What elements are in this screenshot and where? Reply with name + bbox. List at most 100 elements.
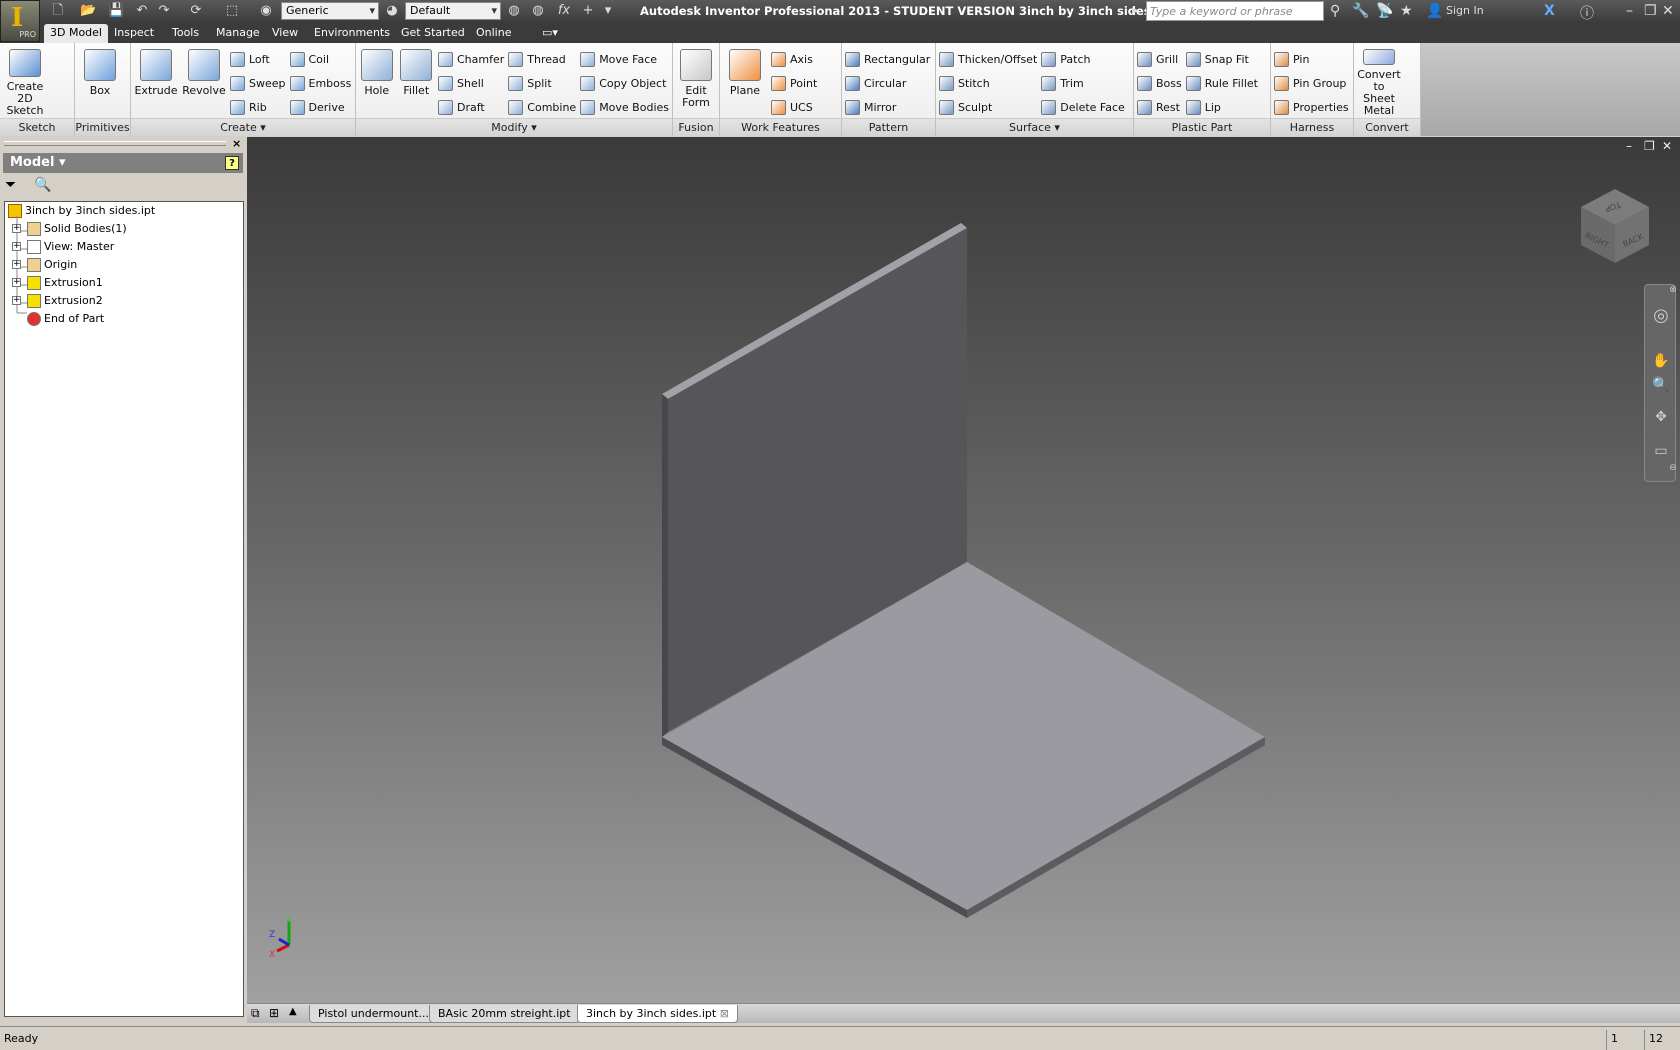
pin-button[interactable]: Pin bbox=[1274, 50, 1349, 68]
undo-icon[interactable]: ↶ bbox=[134, 3, 150, 19]
help-search-input[interactable]: Type a keyword or phrase bbox=[1146, 1, 1324, 21]
restore-icon[interactable]: ❐ bbox=[1644, 3, 1657, 19]
sweep-button[interactable]: Sweep bbox=[230, 74, 286, 92]
tile-windows-icon[interactable]: ⊞ bbox=[269, 1006, 279, 1020]
navbar-close-icon[interactable]: ⊗ bbox=[1663, 285, 1680, 305]
panel-label[interactable]: Modify ▾ bbox=[356, 118, 672, 136]
expand-toggle[interactable]: + bbox=[12, 260, 21, 269]
properties-button[interactable]: Properties bbox=[1274, 98, 1349, 116]
tab-view[interactable]: View bbox=[266, 24, 304, 43]
tree-node-extrusion1[interactable]: Extrusion1 bbox=[27, 274, 103, 292]
tree-node-extrusion2[interactable]: Extrusion2 bbox=[27, 292, 103, 310]
combine-button[interactable]: Combine bbox=[508, 98, 576, 116]
panel-label[interactable]: Sketch bbox=[0, 118, 74, 136]
tab-environments[interactable]: Environments bbox=[308, 24, 396, 43]
adjust-appearance-icon[interactable]: ◍ bbox=[506, 3, 522, 19]
open-documents-menu-icon[interactable]: ▲ bbox=[289, 1006, 297, 1017]
panel-label[interactable]: Harness bbox=[1271, 118, 1353, 136]
axis-button[interactable]: Axis bbox=[771, 50, 817, 68]
viewport-restore-icon[interactable]: ❐ bbox=[1644, 139, 1655, 153]
plane-button[interactable]: Plane bbox=[723, 46, 767, 117]
split-button[interactable]: Split bbox=[508, 74, 576, 92]
browser-help-icon[interactable]: ? bbox=[225, 156, 239, 170]
viewport-close-icon[interactable]: ✕ bbox=[1662, 139, 1672, 153]
coil-button[interactable]: Coil bbox=[289, 50, 352, 68]
graphics-window[interactable]: TOP RIGHT BACK – ❐ ✕ Y ZX bbox=[247, 137, 1680, 1003]
panel-label[interactable]: Fusion bbox=[673, 118, 719, 136]
orbit-icon[interactable]: ✥ bbox=[1651, 409, 1671, 429]
rectangular-button[interactable]: Rectangular bbox=[845, 50, 930, 68]
document-tab[interactable]: 3inch by 3inch sides.ipt ⊠ bbox=[577, 1005, 738, 1023]
parameters-fx-icon[interactable]: fx bbox=[556, 3, 572, 19]
expand-toggle[interactable]: + bbox=[12, 242, 21, 251]
shell-button[interactable]: Shell bbox=[438, 74, 504, 92]
expand-toggle[interactable]: + bbox=[12, 278, 21, 287]
revolve-button[interactable]: Revolve bbox=[182, 46, 226, 117]
edit-form-button[interactable]: Edit Form bbox=[676, 46, 716, 117]
delete-face-button[interactable]: Delete Face bbox=[1041, 98, 1125, 116]
browser-close-icon[interactable]: × bbox=[232, 137, 241, 150]
extrude-button[interactable]: Extrude bbox=[134, 46, 178, 117]
boss-button[interactable]: Boss bbox=[1137, 74, 1182, 92]
browser-title[interactable]: Model ▾ bbox=[10, 155, 66, 170]
create-2d-sketch-button[interactable]: Create 2D Sketch bbox=[3, 46, 47, 117]
rib-button[interactable]: Rib bbox=[230, 98, 286, 116]
panel-label[interactable]: Pattern bbox=[842, 118, 935, 136]
box-button[interactable]: Box bbox=[78, 46, 122, 117]
material-dropdown[interactable]: Generic bbox=[281, 2, 379, 20]
tab-online[interactable]: Online bbox=[470, 24, 517, 43]
close-icon[interactable]: ✕ bbox=[1662, 3, 1674, 19]
fillet-button[interactable]: Fillet bbox=[399, 46, 435, 117]
hole-button[interactable]: Hole bbox=[359, 46, 395, 117]
panel-label[interactable]: Create ▾ bbox=[131, 118, 355, 136]
pin-group-button[interactable]: Pin Group bbox=[1274, 74, 1349, 92]
ucs-button[interactable]: UCS bbox=[771, 98, 817, 116]
exchange-x-icon[interactable]: X bbox=[1544, 3, 1555, 19]
grill-button[interactable]: Grill bbox=[1137, 50, 1182, 68]
viewport-minimize-icon[interactable]: – bbox=[1626, 139, 1632, 153]
trim-button[interactable]: Trim bbox=[1041, 74, 1125, 92]
loft-button[interactable]: Loft bbox=[230, 50, 286, 68]
lip-button[interactable]: Lip bbox=[1185, 98, 1258, 116]
expand-arrow-icon[interactable]: ▶ bbox=[1132, 6, 1139, 16]
point-button[interactable]: Point bbox=[771, 74, 817, 92]
tab-tools[interactable]: Tools bbox=[166, 24, 205, 43]
update-icon[interactable]: ⟳ bbox=[188, 3, 204, 19]
panel-label[interactable]: Plastic Part bbox=[1134, 118, 1270, 136]
move-face-button[interactable]: Move Face bbox=[580, 50, 669, 68]
redo-icon[interactable]: ↷ bbox=[156, 3, 172, 19]
patch-button[interactable]: Patch bbox=[1041, 50, 1125, 68]
browser-header[interactable]: Model ▾? bbox=[3, 153, 243, 173]
snap-fit-button[interactable]: Snap Fit bbox=[1185, 50, 1258, 68]
panel-label[interactable]: Work Features bbox=[720, 118, 841, 136]
tree-node-view-master[interactable]: View: Master bbox=[27, 238, 114, 256]
sign-in-link[interactable]: Sign In bbox=[1446, 4, 1484, 17]
wrench-icon[interactable]: 🔧 bbox=[1352, 3, 1369, 19]
chamfer-button[interactable]: Chamfer bbox=[438, 50, 504, 68]
tab-manage[interactable]: Manage bbox=[210, 24, 266, 43]
expand-toggle[interactable]: + bbox=[12, 224, 21, 233]
stitch-button[interactable]: Stitch bbox=[939, 74, 1037, 92]
application-menu-button[interactable]: I PRO bbox=[0, 0, 40, 42]
rest-button[interactable]: Rest bbox=[1137, 98, 1182, 116]
communication-center-icon[interactable]: 📡 bbox=[1376, 3, 1393, 19]
binoculars-icon[interactable]: ⚲ bbox=[1330, 3, 1340, 19]
tab-close-icon[interactable]: ⊠ bbox=[716, 1007, 729, 1020]
draft-button[interactable]: Draft bbox=[438, 98, 504, 116]
filter-icon[interactable]: ⏷ bbox=[5, 177, 16, 193]
find-binoculars-icon[interactable]: 🔍 bbox=[34, 177, 51, 193]
steering-wheel-icon[interactable]: ◎ bbox=[1651, 305, 1671, 326]
ribbon-options-icon[interactable]: ▭▾ bbox=[536, 24, 564, 43]
rule-fillet-button[interactable]: Rule Fillet bbox=[1185, 74, 1258, 92]
pan-icon[interactable]: ✋ bbox=[1651, 353, 1671, 373]
thread-button[interactable]: Thread bbox=[508, 50, 576, 68]
add-icon[interactable]: + bbox=[580, 3, 596, 19]
tree-node-end-of-part[interactable]: End of Part bbox=[27, 310, 104, 328]
panel-label[interactable]: Surface ▾ bbox=[936, 118, 1133, 136]
emboss-button[interactable]: Emboss bbox=[289, 74, 351, 92]
help-icon[interactable]: ⓘ bbox=[1580, 3, 1594, 23]
customize-dropdown-icon[interactable]: ▾ bbox=[600, 3, 616, 19]
sculpt-button[interactable]: Sculpt bbox=[939, 98, 1037, 116]
expand-toggle[interactable]: + bbox=[12, 296, 21, 305]
appearance-dropdown[interactable]: Default bbox=[405, 2, 501, 20]
